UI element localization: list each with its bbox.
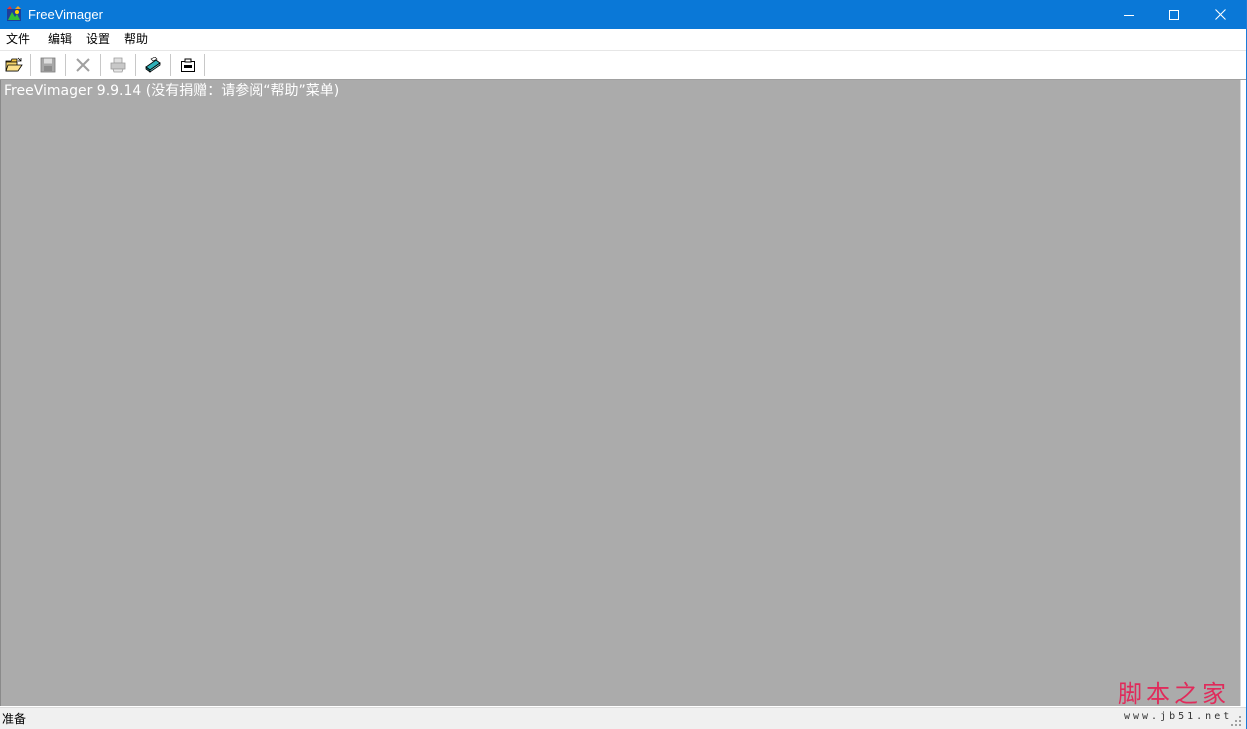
menu-bar: 文件 编辑 设置 帮助 [0,29,1246,51]
close-x-icon [76,58,90,72]
menu-file[interactable]: 文件 [5,31,31,48]
save-button[interactable] [35,53,61,77]
toolbar-separator [30,54,31,76]
watermark-url: www.jb51.net [1124,711,1233,722]
toolbar-separator [204,54,205,76]
close-icon [1214,9,1226,20]
menu-help[interactable]: 帮助 [123,31,149,48]
status-bar: 准备 [0,707,1246,729]
menu-settings[interactable]: 设置 [85,31,111,48]
close-button[interactable] [1197,0,1243,29]
scan-button[interactable] [140,53,166,77]
print-button[interactable] [105,53,131,77]
menu-edit[interactable]: 编辑 [47,31,73,48]
minimize-button[interactable] [1106,0,1152,29]
open-folder-icon [5,57,23,72]
maximize-icon [1169,9,1179,20]
title-bar[interactable]: FreeVimager [0,0,1246,29]
scan-icon [145,57,161,73]
minimize-icon [1124,14,1134,16]
save-disk-icon [40,57,56,73]
toolbar-separator [100,54,101,76]
print-icon [110,57,126,73]
maximize-button[interactable] [1151,0,1197,29]
toolbar-separator [135,54,136,76]
window-title: FreeVimager [28,7,103,22]
close-file-button[interactable] [70,53,96,77]
status-text: 准备 [2,712,27,726]
image-view-area[interactable]: FreeVimager 9.9.14 (没有捐赠：请参阅“帮助”菜单) [0,80,1241,706]
toolbar-separator [65,54,66,76]
screen-capture-button[interactable] [175,53,201,77]
open-button[interactable] [1,53,27,77]
screen-capture-icon [181,58,195,72]
app-logo-icon [6,6,22,22]
app-window: FreeVimager 文件 编辑 设置 帮助 FreeVimager 9.9.… [0,0,1247,729]
toolbar [0,51,1246,80]
toolbar-separator [170,54,171,76]
watermark-title: 脚本之家 [1118,680,1230,708]
version-message: FreeVimager 9.9.14 (没有捐赠：请参阅“帮助”菜单) [4,83,340,99]
